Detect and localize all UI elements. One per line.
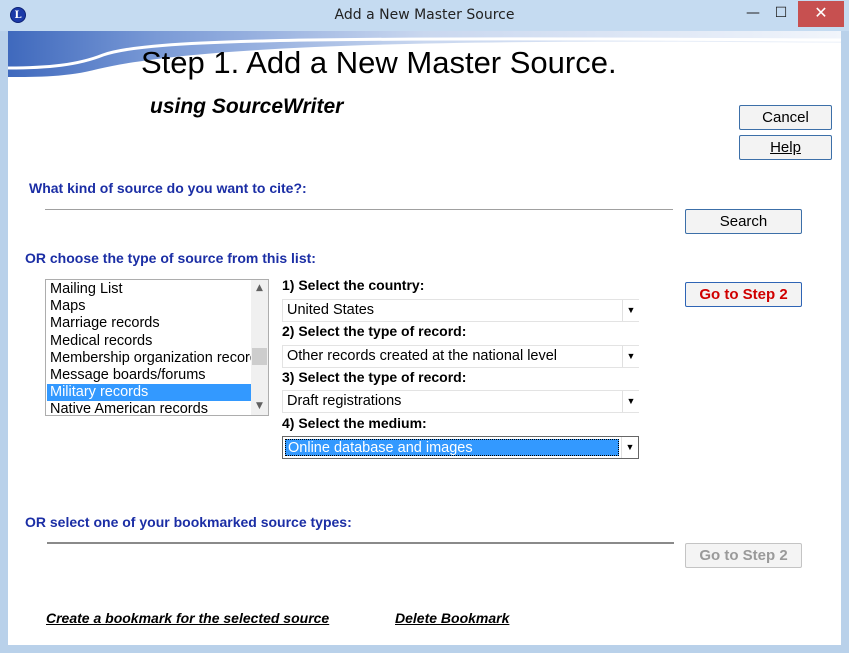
source-type-listbox[interactable]: Mailing List Maps Marriage records Medic… — [45, 279, 269, 416]
bookmark-select[interactable] — [47, 542, 674, 546]
cancel-button[interactable]: Cancel — [739, 105, 832, 130]
maximize-button[interactable]: ☐ — [767, 1, 795, 27]
page-subtitle: using SourceWriter — [150, 95, 344, 118]
chevron-down-icon[interactable]: ▼ — [621, 437, 638, 458]
chevron-down-icon[interactable]: ▼ — [622, 346, 639, 367]
record-type-select[interactable]: Other records created at the national le… — [282, 345, 639, 368]
search-input[interactable] — [45, 209, 673, 235]
dialog-client-area: Step 1. Add a New Master Source. using S… — [8, 31, 841, 645]
delete-bookmark-link[interactable]: Delete Bookmark — [395, 610, 509, 626]
country-value: United States — [287, 302, 375, 318]
record-type-value: Other records created at the national le… — [287, 348, 558, 364]
go-to-step2-button[interactable]: Go to Step 2 — [685, 282, 802, 307]
medium-label: 4) Select the medium: — [282, 415, 427, 431]
medium-value: Online database and images — [285, 439, 619, 456]
scroll-down-icon[interactable]: ▼ — [251, 398, 268, 415]
source-type-items: Mailing List Maps Marriage records Medic… — [47, 281, 252, 415]
record-subtype-select[interactable]: Draft registrations ▼ — [282, 390, 639, 413]
country-select[interactable]: United States ▼ — [282, 299, 639, 322]
record-subtype-label: 3) Select the type of record: — [282, 369, 467, 385]
scroll-thumb[interactable] — [252, 348, 267, 365]
chevron-down-icon[interactable]: ▼ — [622, 300, 639, 321]
list-scrollbar[interactable]: ▲ ▼ — [251, 280, 268, 415]
close-button[interactable]: ✕ — [798, 1, 844, 27]
record-subtype-value: Draft registrations — [287, 393, 402, 409]
list-item[interactable]: Membership organization records — [47, 350, 252, 367]
list-item[interactable]: Mailing List — [47, 281, 252, 298]
country-label: 1) Select the country: — [282, 277, 425, 293]
list-item[interactable]: Medical records — [47, 333, 252, 350]
window-title: Add a New Master Source — [334, 7, 515, 23]
title-bar[interactable]: L Add a New Master Source — ☐ ✕ — [0, 0, 849, 31]
dialog-window: L Add a New Master Source — ☐ ✕ Step 1. … — [0, 0, 849, 653]
chevron-down-icon[interactable]: ▼ — [622, 391, 639, 412]
minimize-button[interactable]: — — [739, 1, 767, 27]
help-button[interactable]: Help — [739, 135, 832, 160]
search-button[interactable]: Search — [685, 209, 802, 234]
medium-select[interactable]: Online database and images ▼ — [282, 436, 639, 459]
list-item[interactable]: Maps — [47, 298, 252, 315]
scroll-up-icon[interactable]: ▲ — [251, 280, 268, 297]
list-item[interactable]: Message boards/forums — [47, 367, 252, 384]
create-bookmark-link[interactable]: Create a bookmark for the selected sourc… — [46, 610, 329, 626]
list-item[interactable]: Marriage records — [47, 315, 252, 332]
go-to-step2-bookmark-button[interactable]: Go to Step 2 — [685, 543, 802, 568]
list-item[interactable]: Native American records — [47, 401, 252, 415]
source-list-label: OR choose the type of source from this l… — [25, 250, 316, 266]
search-prompt-label: What kind of source do you want to cite?… — [29, 180, 307, 196]
bookmark-label: OR select one of your bookmarked source … — [25, 514, 352, 530]
page-title: Step 1. Add a New Master Source. — [141, 45, 617, 80]
record-type-label: 2) Select the type of record: — [282, 323, 467, 339]
list-item-selected[interactable]: Military records — [47, 384, 252, 402]
